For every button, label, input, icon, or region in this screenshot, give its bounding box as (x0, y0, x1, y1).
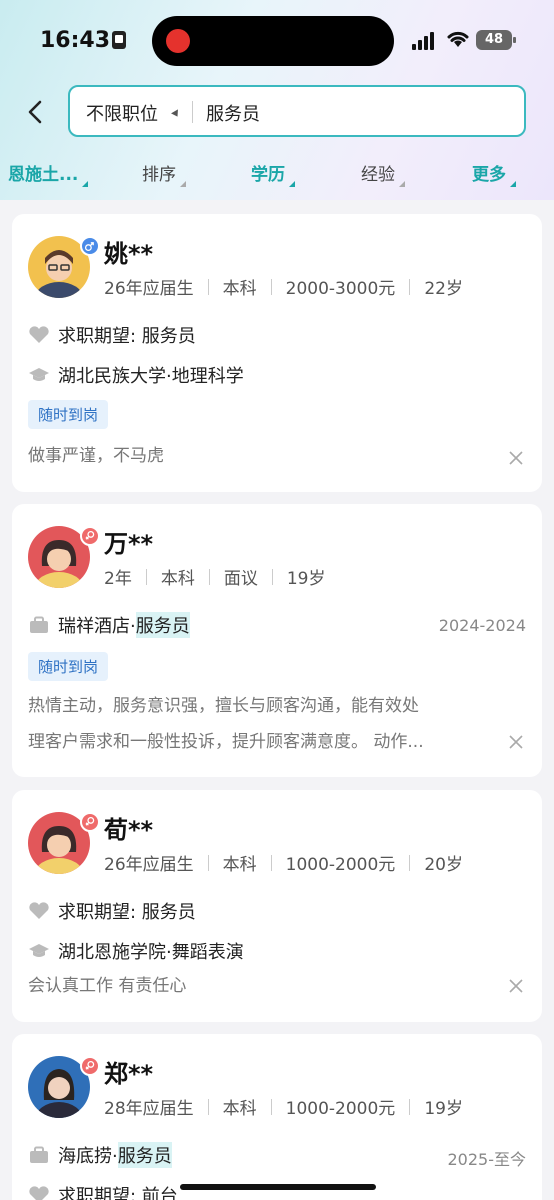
back-arrow-icon[interactable] (22, 98, 50, 126)
candidate-name: 荀** (104, 816, 154, 844)
briefcase-icon (30, 1146, 48, 1163)
candidate-description: 做事严谨，不马虎 (28, 446, 164, 466)
availability-tag: 随时到岗 (28, 400, 109, 429)
meta-age: 20岁 (424, 855, 463, 875)
candidate-card[interactable]: 姚** 26年应届生 本科 2000-3000元 22岁 求职期望: 服务员 湖… (12, 214, 542, 492)
candidate-card[interactable]: 万** 2年 本科 面议 19岁 瑞祥酒店· 服务员 2024-2024 随时到岗… (12, 504, 542, 777)
work-row: 瑞祥酒店· 服务员 (28, 612, 190, 638)
meta-salary: 面议 (223, 569, 258, 589)
meta-age: 19岁 (424, 1099, 463, 1119)
candidate-meta: 26年应届生 本科 1000-2000元 20岁 (104, 850, 463, 875)
candidate-description: 热情主动，服务意识强，擅长与顾客沟通，能有效处 理客户需求和一般性投诉，提升顾客… (28, 688, 498, 760)
education-row: 湖北民族大学·地理科学 (28, 362, 244, 388)
filter-more[interactable]: 更多 (472, 160, 516, 187)
cellular-signal-icon (412, 32, 436, 50)
availability-tag: 随时到岗 (28, 652, 109, 681)
candidate-card[interactable]: 郑** 28年应届生 本科 1000-2000元 19岁 海底捞· 服务员 202… (12, 1034, 542, 1200)
meta-graduation: 26年应届生 (104, 279, 194, 299)
candidate-meta: 26年应届生 本科 2000-3000元 22岁 (104, 274, 463, 299)
description-line: 理客户需求和一般性投诉，提升顾客满意度。 动作... (28, 732, 424, 752)
position-filter[interactable]: 不限职位 (86, 100, 158, 126)
home-indicator[interactable] (180, 1184, 376, 1190)
meta-salary: 1000-2000元 (285, 855, 396, 875)
expectation-text: 求职期望: 服务员 (58, 326, 196, 347)
meta-age: 22岁 (424, 279, 463, 299)
education-text: 湖北恩施学院·舞蹈表演 (58, 942, 244, 963)
filter-bar: 恩施土... 排序 学历 经验 更多 (0, 150, 554, 194)
education-row: 湖北恩施学院·舞蹈表演 (28, 938, 244, 964)
status-bar: 16:43 48 (0, 0, 554, 80)
work-period: 2025-至今 (447, 1150, 527, 1169)
dismiss-close-icon[interactable] (508, 734, 524, 750)
briefcase-icon (30, 616, 48, 633)
meta-graduation: 26年应届生 (104, 855, 194, 875)
meta-salary: 2000-3000元 (285, 279, 396, 299)
status-time: 16:43 (40, 28, 111, 53)
screen-lock-icon (112, 31, 126, 49)
meta-graduation: 28年应届生 (104, 1099, 194, 1119)
description-line: 热情主动，服务意识强，擅长与顾客沟通，能有效处 (28, 696, 419, 716)
heart-icon (29, 1186, 49, 1200)
expectation-row: 求职期望: 服务员 (28, 898, 196, 924)
candidate-description: 会认真工作 有责任心 (28, 976, 187, 996)
expectation-row: 求职期望: 前台 (28, 1182, 178, 1200)
heart-icon (29, 902, 49, 919)
filter-label: 恩施土... (8, 165, 79, 185)
filter-experience[interactable]: 经验 (361, 160, 405, 187)
graduation-cap-icon (29, 944, 49, 957)
filter-label: 经验 (361, 165, 395, 185)
expectation-text: 求职期望: 服务员 (58, 902, 196, 923)
dropdown-corner-icon (289, 181, 295, 187)
meta-degree: 本科 (222, 855, 257, 875)
candidate-name: 郑** (104, 1060, 154, 1088)
candidate-name: 万** (104, 530, 154, 558)
candidate-meta: 2年 本科 面议 19岁 (104, 564, 325, 589)
work-company: 瑞祥酒店· (58, 616, 136, 637)
filter-education[interactable]: 学历 (251, 160, 295, 187)
dynamic-island (152, 16, 394, 66)
heart-icon (29, 326, 49, 343)
recording-indicator-icon (166, 29, 190, 53)
filter-label: 排序 (142, 165, 176, 185)
dropdown-corner-icon (399, 181, 405, 187)
dropdown-corner-icon (180, 181, 186, 187)
battery-icon: 48 (476, 30, 516, 50)
dismiss-close-icon[interactable] (508, 450, 524, 466)
filter-label: 学历 (251, 165, 285, 185)
work-row: 海底捞· 服务员 (28, 1142, 172, 1168)
female-gender-icon (80, 812, 100, 832)
expectation-row: 求职期望: 服务员 (28, 322, 196, 348)
expectation-text: 求职期望: 前台 (58, 1186, 178, 1200)
work-period: 2024-2024 (438, 616, 526, 635)
filter-label: 更多 (472, 165, 506, 185)
meta-age: 19岁 (286, 569, 326, 589)
dismiss-close-icon[interactable] (508, 978, 524, 994)
candidate-meta: 28年应届生 本科 1000-2000元 19岁 (104, 1094, 463, 1119)
work-role: 服务员 (135, 612, 190, 638)
search-box[interactable]: 不限职位 服务员 (68, 85, 526, 137)
candidate-card[interactable]: 荀** 26年应届生 本科 1000-2000元 20岁 求职期望: 服务员 湖… (12, 790, 542, 1022)
graduation-cap-icon (29, 368, 49, 381)
candidate-name: 姚** (104, 240, 154, 268)
work-company: 海底捞· (58, 1146, 118, 1167)
filter-location[interactable]: 恩施土... (8, 160, 89, 187)
female-gender-icon (80, 1056, 100, 1076)
filter-sort[interactable]: 排序 (142, 160, 186, 187)
meta-degree: 本科 (222, 1099, 257, 1119)
meta-experience: 2年 (104, 569, 132, 589)
male-gender-icon (80, 236, 100, 256)
search-input[interactable]: 服务员 (206, 100, 260, 126)
meta-salary: 1000-2000元 (285, 1099, 396, 1119)
dropdown-corner-icon (82, 181, 89, 187)
position-filter-arrow-icon (171, 109, 181, 119)
education-text: 湖北民族大学·地理科学 (58, 366, 244, 387)
meta-degree: 本科 (222, 279, 257, 299)
search-divider (192, 101, 193, 123)
work-role: 服务员 (117, 1142, 172, 1168)
dropdown-corner-icon (510, 181, 516, 187)
female-gender-icon (80, 526, 100, 546)
wifi-icon (447, 31, 469, 47)
meta-degree: 本科 (160, 569, 195, 589)
